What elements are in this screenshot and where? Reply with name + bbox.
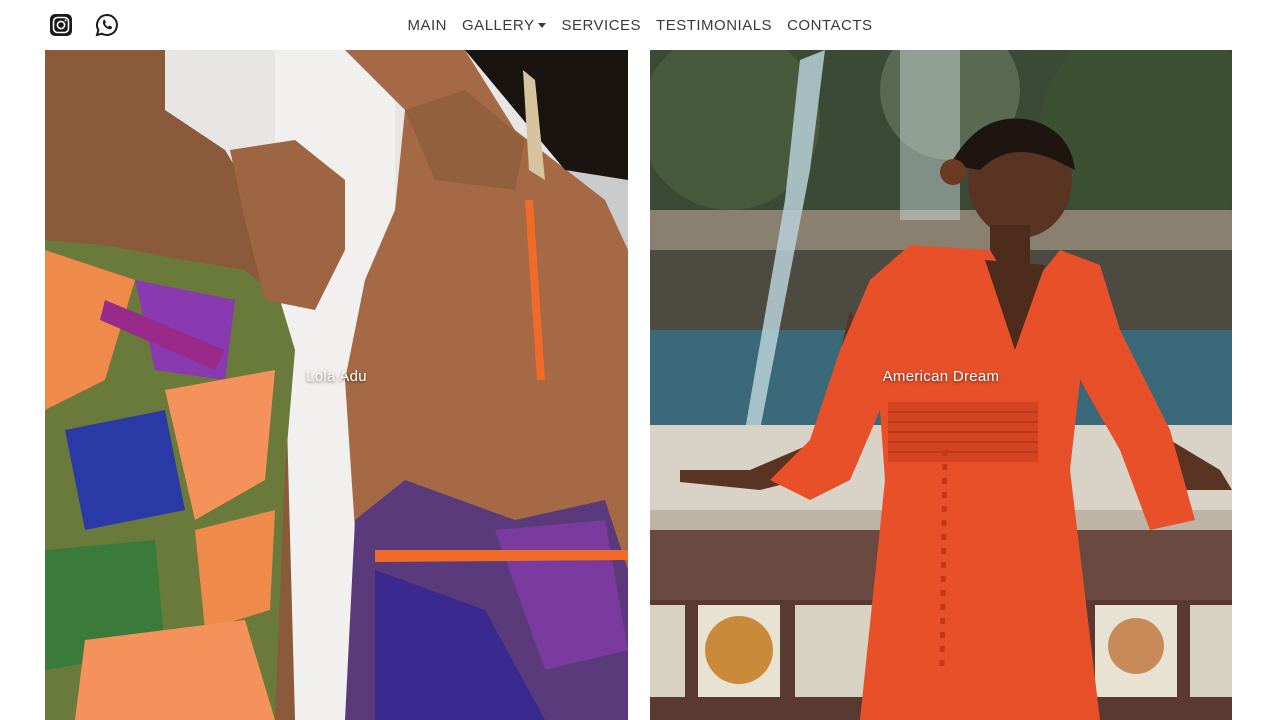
top-navbar: MAIN GALLERY SERVICES TESTIMONIALS CONTA… (0, 0, 1280, 50)
gallery-item-american-dream[interactable]: American Dream (650, 50, 1232, 720)
gallery-photo-lola-adu (45, 50, 628, 720)
gallery-caption-lola-adu: Lola Adu (306, 368, 367, 385)
gallery-photo-american-dream (650, 50, 1232, 720)
gallery-item-lola-adu[interactable]: Lola Adu (45, 50, 628, 720)
nav-contacts[interactable]: CONTACTS (780, 17, 880, 34)
main-nav: MAIN GALLERY SERVICES TESTIMONIALS CONTA… (0, 0, 1280, 50)
nav-services[interactable]: SERVICES (554, 17, 649, 34)
nav-testimonials-label: TESTIMONIALS (656, 16, 773, 34)
nav-main-label: MAIN (407, 16, 448, 34)
nav-services-label: SERVICES (561, 16, 642, 34)
nav-main[interactable]: MAIN (400, 17, 455, 34)
nav-gallery-label: GALLERY (462, 16, 535, 34)
nav-contacts-label: CONTACTS (787, 16, 873, 34)
caret-down-icon (538, 23, 547, 28)
gallery-caption-american-dream: American Dream (882, 368, 1000, 385)
nav-gallery-dropdown[interactable]: GALLERY (455, 17, 554, 34)
nav-testimonials[interactable]: TESTIMONIALS (649, 17, 780, 34)
